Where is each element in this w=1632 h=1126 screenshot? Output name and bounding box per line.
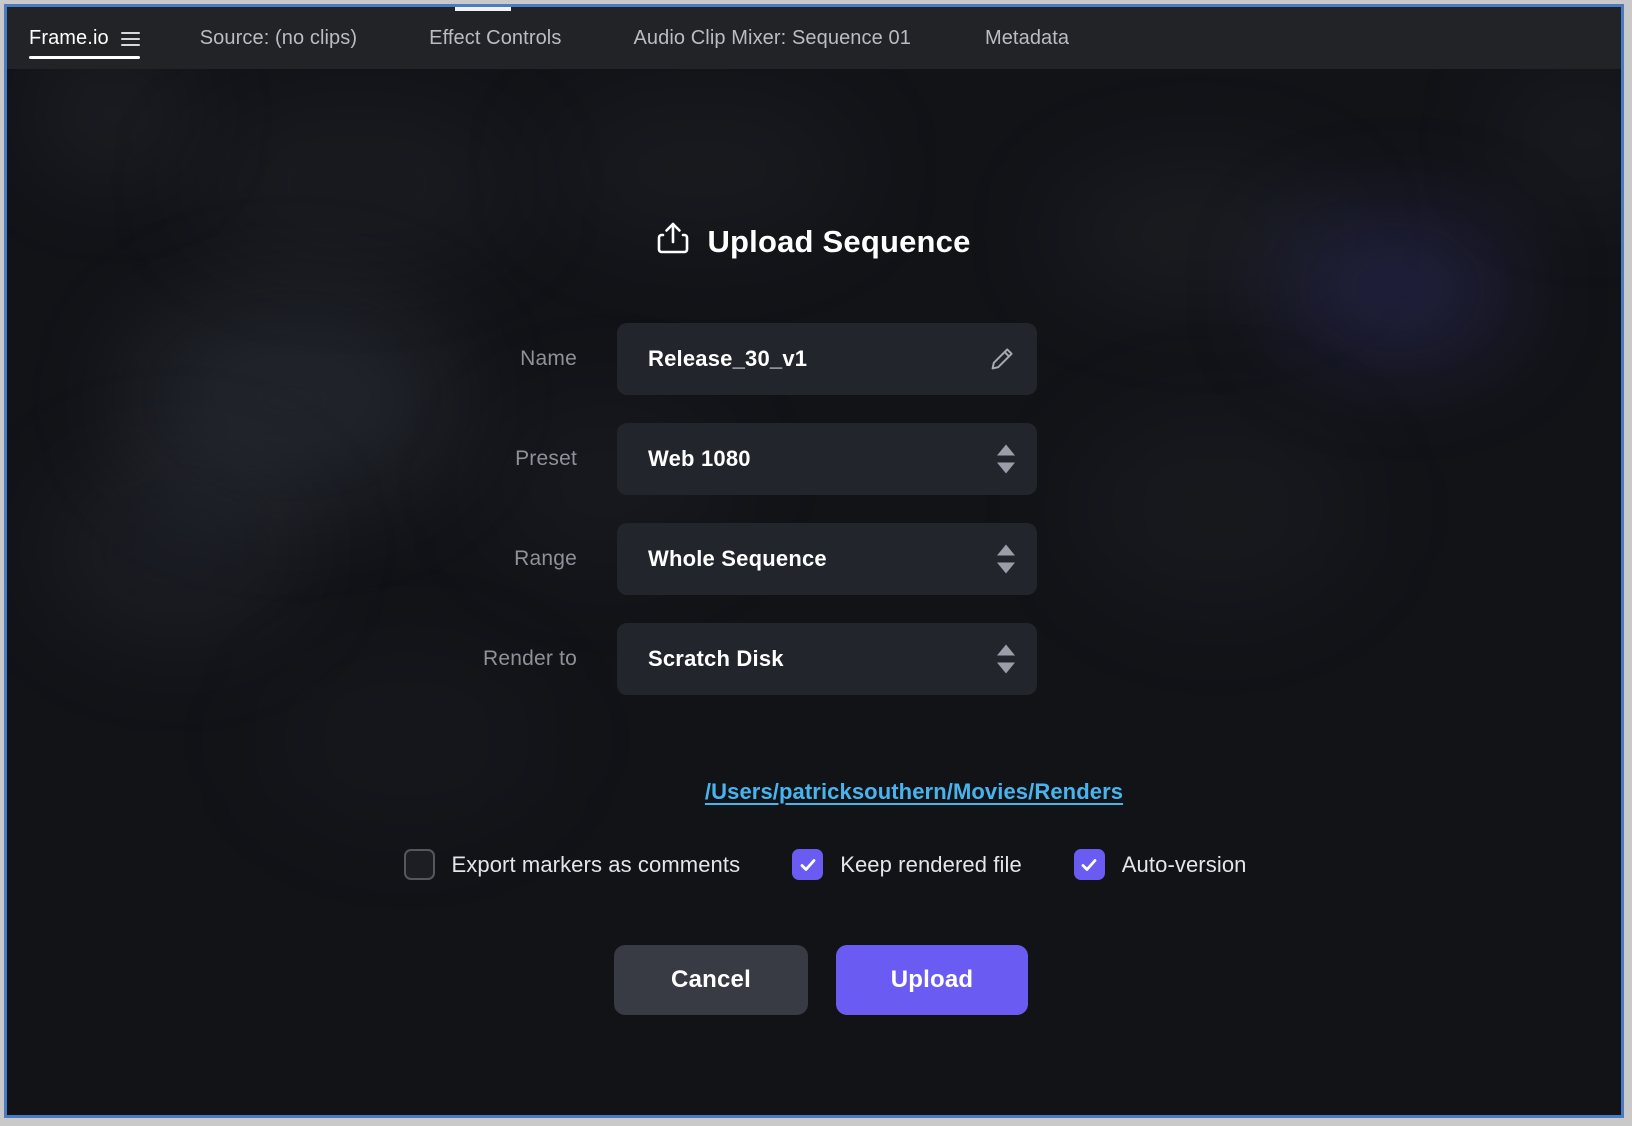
- dialog-title-row: Upload Sequence: [7, 221, 1621, 263]
- tab-audio-clip-mixer[interactable]: Audio Clip Mixer: Sequence 01: [633, 7, 911, 69]
- label-render-to: Render to: [482, 647, 577, 670]
- panel-menu-icon[interactable]: [120, 31, 140, 46]
- chevron-down-icon[interactable]: [997, 562, 1015, 574]
- options-checkbox-row: Export markers as comments Keep rendered…: [7, 849, 1621, 880]
- range-select-value: Whole Sequence: [648, 546, 827, 571]
- render-to-select[interactable]: Scratch Disk: [617, 623, 1037, 695]
- tab-frameio[interactable]: Frame.io: [29, 7, 140, 69]
- form-row-name: Name Release_30_v1: [7, 323, 1621, 395]
- chevron-up-icon[interactable]: [997, 444, 1015, 456]
- checkbox-auto-version-box[interactable]: [1073, 849, 1105, 880]
- cancel-button[interactable]: Cancel: [614, 945, 808, 1015]
- tab-effect-controls-label: Effect Controls: [429, 26, 562, 49]
- form-row-render-to: Render to Scratch Disk: [7, 623, 1621, 695]
- tab-source[interactable]: Source: (no clips): [200, 7, 357, 69]
- tab-effect-controls[interactable]: Effect Controls: [429, 7, 561, 69]
- checkbox-keep-rendered-file-box[interactable]: [792, 849, 824, 880]
- render-path-link-wrapper: /Users/patricksouthern/Movies/Renders: [7, 779, 1621, 805]
- form-row-range: Range Whole Sequence: [7, 523, 1621, 595]
- dialog-button-row: Cancel Upload: [7, 945, 1621, 1015]
- checkbox-keep-rendered-file[interactable]: Keep rendered file: [792, 849, 1022, 880]
- render-path-link[interactable]: /Users/patricksouthern/Movies/Renders: [705, 779, 1123, 804]
- application-window: Frame.io Source: (no clips) Effect Contr…: [4, 4, 1624, 1118]
- window-tab-nub: [455, 7, 511, 11]
- stepper-arrows-icon[interactable]: [997, 644, 1015, 674]
- stepper-arrows-icon[interactable]: [997, 444, 1015, 474]
- upload-icon: [657, 221, 689, 263]
- checkbox-auto-version[interactable]: Auto-version: [1073, 849, 1247, 880]
- name-input[interactable]: Release_30_v1: [617, 323, 1037, 395]
- panel-tab-bar: Frame.io Source: (no clips) Effect Contr…: [7, 7, 1621, 69]
- checkbox-export-markers-box[interactable]: [403, 849, 435, 880]
- name-input-value: Release_30_v1: [648, 346, 808, 371]
- chevron-up-icon[interactable]: [997, 544, 1015, 556]
- tab-source-label: Source: (no clips): [199, 26, 358, 49]
- check-icon: [800, 858, 816, 871]
- upload-button[interactable]: Upload: [836, 945, 1028, 1015]
- upload-sequence-dialog: Upload Sequence Name Release_30_v1 Prese…: [7, 69, 1621, 1115]
- tab-metadata-label: Metadata: [984, 26, 1070, 49]
- page-title: Upload Sequence: [707, 224, 971, 259]
- check-icon: [1081, 858, 1097, 871]
- chevron-down-icon[interactable]: [997, 462, 1015, 474]
- tab-metadata[interactable]: Metadata: [985, 7, 1069, 69]
- checkbox-keep-rendered-file-label: Keep rendered file: [840, 851, 1022, 877]
- label-range: Range: [514, 547, 577, 570]
- label-preset: Preset: [515, 447, 577, 470]
- checkbox-export-markers[interactable]: Export markers as comments: [403, 849, 741, 880]
- preset-select-value: Web 1080: [648, 446, 751, 471]
- tab-audio-clip-mixer-label: Audio Clip Mixer: Sequence 01: [633, 26, 911, 49]
- form-row-preset: Preset Web 1080: [7, 423, 1621, 495]
- render-to-select-value: Scratch Disk: [648, 646, 784, 671]
- stepper-arrows-icon[interactable]: [997, 544, 1015, 574]
- checkbox-export-markers-label: Export markers as comments: [451, 851, 741, 877]
- tab-frameio-label: Frame.io: [29, 26, 109, 49]
- chevron-down-icon[interactable]: [997, 662, 1015, 674]
- preset-select[interactable]: Web 1080: [617, 423, 1037, 495]
- range-select[interactable]: Whole Sequence: [617, 523, 1037, 595]
- chevron-up-icon[interactable]: [997, 644, 1015, 656]
- checkbox-auto-version-label: Auto-version: [1121, 851, 1247, 877]
- label-name: Name: [520, 347, 577, 370]
- active-tab-indicator: [29, 56, 140, 59]
- pencil-edit-icon[interactable]: [985, 342, 1019, 376]
